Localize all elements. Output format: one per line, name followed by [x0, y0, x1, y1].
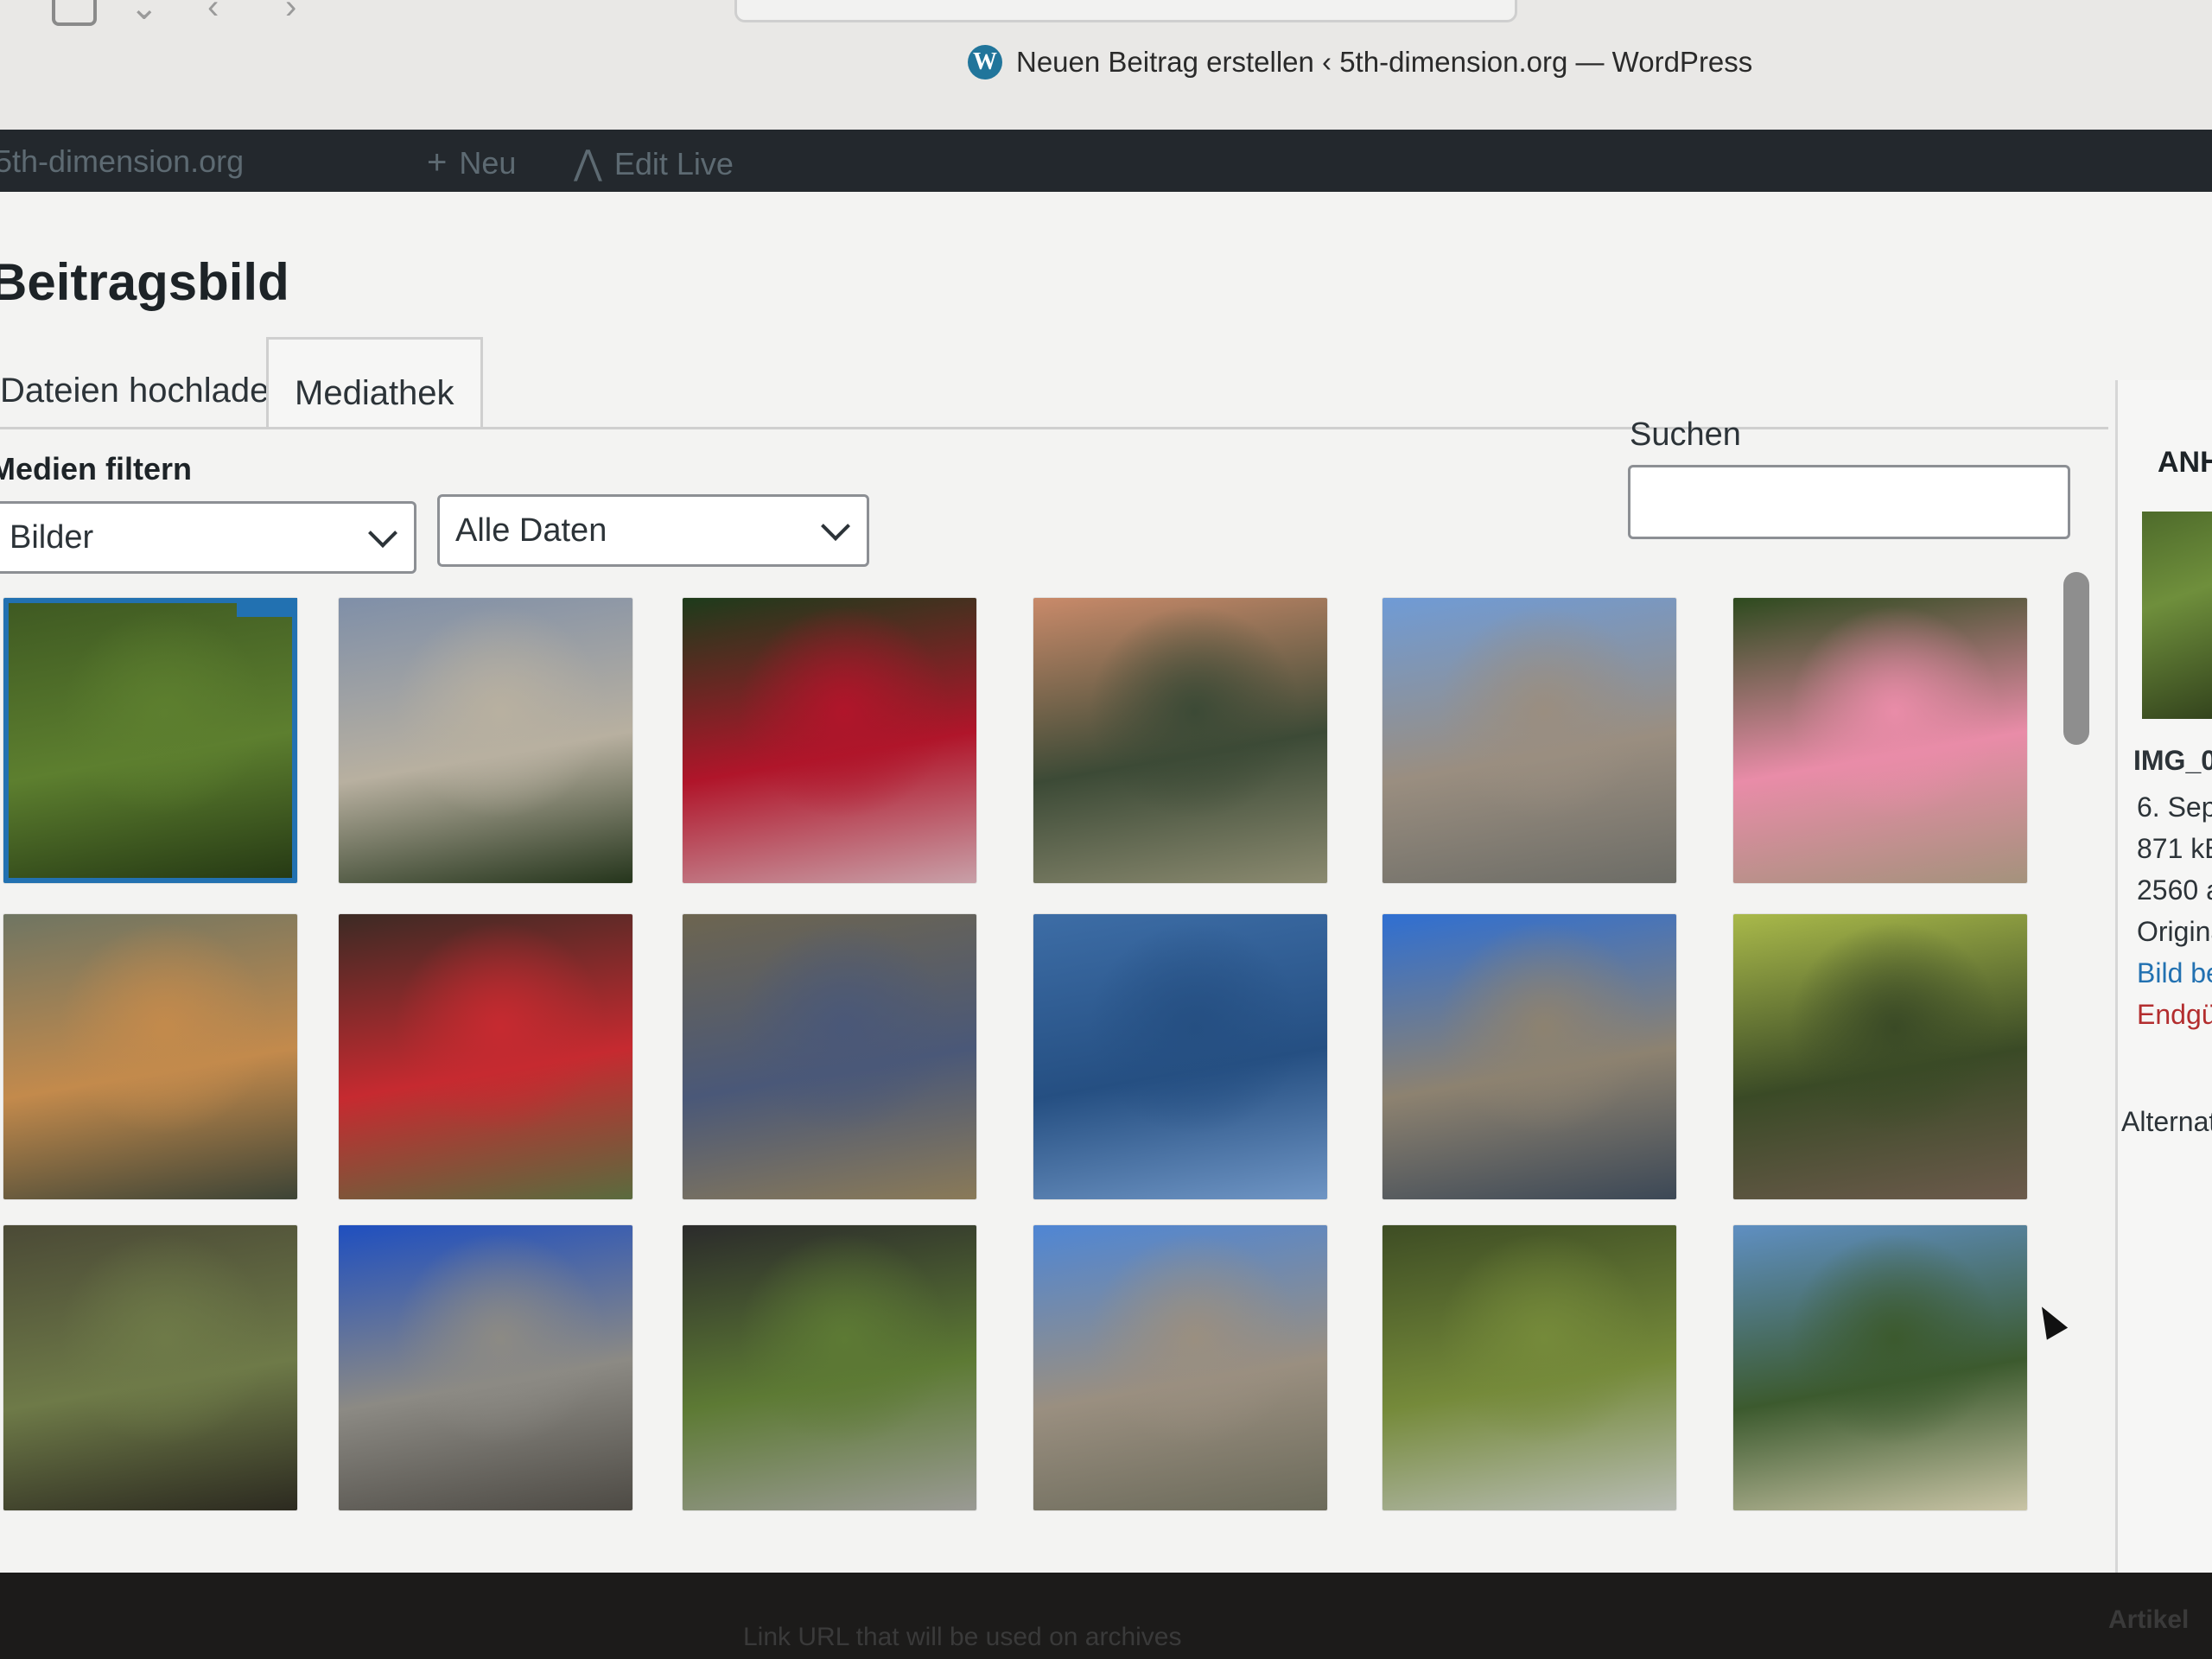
media-item-beach-town[interactable] — [1382, 598, 1676, 883]
media-item-dolphin-sea[interactable] — [1033, 914, 1327, 1199]
date-filter-select[interactable]: Alle Daten — [437, 494, 869, 567]
media-item-pine-forest[interactable] — [3, 1225, 297, 1510]
search-label: Suchen — [1630, 416, 1741, 453]
filter-label: Medien filtern — [0, 451, 193, 486]
media-item-tiled-chapel[interactable] — [683, 914, 976, 1199]
admin-bar: 5th-dimension.org + Neu ⋀ Edit Live — [0, 130, 2212, 192]
edit-live-icon: ⋀ — [574, 144, 602, 182]
address-bar[interactable] — [734, 0, 1517, 22]
chevron-down-icon — [368, 518, 397, 548]
attachment-details-heading: ANHANG — [2158, 446, 2212, 479]
alt-text-label: Alternat — [2121, 1106, 2212, 1137]
admin-bar-new-label: Neu — [459, 145, 517, 181]
footer-hint: Link URL that will be used on archives — [743, 1623, 1182, 1651]
back-arrow-icon[interactable]: ‹ — [207, 0, 219, 27]
media-item-red-roses[interactable] — [683, 598, 976, 883]
tab-divider — [0, 427, 2108, 429]
attachment-filesize: 871 kB — [2137, 833, 2212, 864]
media-item-mossy-stream[interactable] — [1382, 1225, 1676, 1510]
modal-title: Beitragsbild — [0, 253, 289, 311]
media-type-select[interactable]: Bilder — [0, 501, 416, 574]
attachment-details: ANHANG IMG_0 6. Sep 871 kB 2560 a Origin… — [2115, 380, 2212, 1573]
window-title-text: Neuen Beitrag erstellen ‹ 5th-dimension.… — [1016, 46, 1753, 78]
selected-check-icon[interactable] — [237, 598, 297, 617]
wordpress-logo-icon: W — [968, 45, 1002, 79]
media-item-garden-palms[interactable] — [1733, 1225, 2027, 1510]
media-item-ruined-arches[interactable] — [339, 1225, 632, 1510]
admin-bar-edit-live-label: Edit Live — [613, 146, 734, 181]
attachment-original: Origina — [2137, 916, 2212, 947]
media-item-hanging-plants[interactable] — [1733, 914, 2027, 1199]
tab-media-library[interactable]: Mediathek — [266, 337, 483, 427]
media-modal: Beitragsbild Dateien hochladen Mediathek… — [0, 192, 2212, 1573]
media-grid-scrollbar[interactable] — [2063, 572, 2089, 745]
sidebar-toggle-icon[interactable] — [52, 0, 97, 26]
attachment-filename: IMG_0 — [2133, 745, 2212, 776]
mouse-cursor-icon — [2031, 1300, 2069, 1340]
media-item-tower-bridge[interactable] — [1382, 914, 1676, 1199]
plus-icon: + — [427, 143, 448, 181]
media-item-grape-vines[interactable] — [3, 598, 297, 883]
media-item-red-flowers-pot[interactable] — [339, 914, 632, 1199]
media-item-pink-rose[interactable] — [1733, 598, 2027, 883]
forward-arrow-icon[interactable]: › — [285, 0, 296, 27]
attachment-date: 6. Sep — [2137, 791, 2212, 823]
search-input[interactable] — [1628, 465, 2070, 539]
modal-tabs: Dateien hochladen Mediathek — [0, 337, 2108, 430]
window-title: W Neuen Beitrag erstellen ‹ 5th-dimensio… — [968, 45, 1752, 79]
date-filter-value: Alle Daten — [455, 512, 607, 549]
admin-bar-site-name[interactable]: 5th-dimension.org — [0, 143, 244, 180]
media-item-stone-church[interactable] — [1033, 1225, 1327, 1510]
media-item-garden-path[interactable] — [683, 1225, 976, 1510]
admin-bar-edit-live[interactable]: ⋀ Edit Live — [574, 143, 734, 183]
media-item-pine-sunset[interactable] — [1033, 598, 1327, 883]
chevron-down-icon — [821, 512, 850, 541]
media-type-value: Bilder — [10, 518, 94, 556]
admin-bar-new[interactable]: + Neu — [427, 143, 516, 182]
edit-image-link[interactable]: Bild bea — [2137, 957, 2212, 989]
browser-chrome: ⌄ ‹ › W Neuen Beitrag erstellen ‹ 5th-di… — [0, 0, 2212, 130]
footer-article-label: Artikel — [2108, 1605, 2190, 1634]
delete-permanently-link[interactable]: Endgült — [2137, 999, 2212, 1031]
attachment-dimensions: 2560 a — [2137, 874, 2212, 906]
attachment-thumbnail — [2142, 512, 2212, 719]
chevron-down-icon[interactable]: ⌄ — [130, 0, 159, 28]
media-item-pampas-grass[interactable] — [339, 598, 632, 883]
media-item-sleeping-cats[interactable] — [3, 914, 297, 1199]
